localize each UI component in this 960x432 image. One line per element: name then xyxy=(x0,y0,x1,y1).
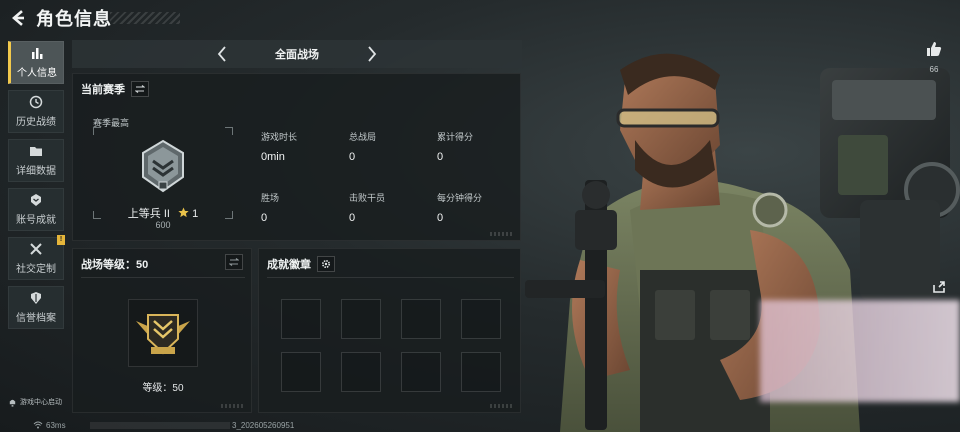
like-count: 66 xyxy=(929,65,939,74)
notification-badge: ! xyxy=(57,235,65,245)
status-bar: 63ms 3_202605260951 xyxy=(0,418,960,432)
current-season-panel: 当前赛季 赛季最高 上等兵 II 1 600 游戏时长 0min 总战局 0 累计得… xyxy=(72,73,521,241)
badge-settings-button[interactable] xyxy=(317,256,335,272)
share-icon xyxy=(933,281,945,293)
game-center-label: 游戏中心启动 xyxy=(20,399,62,406)
mode-selector: 全面战场 xyxy=(72,40,522,68)
sidebar-item-social[interactable]: 社交定制 ! xyxy=(8,235,65,280)
panel-decoration xyxy=(221,404,245,408)
mode-next-button[interactable] xyxy=(362,44,382,64)
share-button[interactable] xyxy=(929,277,949,297)
switch-season-button[interactable] xyxy=(131,81,149,97)
chevron-left-icon xyxy=(217,46,226,62)
panel-divider xyxy=(81,277,245,278)
stat-operators-defeated: 击败干员 0 xyxy=(349,193,386,224)
like-button[interactable]: 66 xyxy=(922,40,946,74)
rank-emblem-icon xyxy=(142,139,184,193)
gear-icon xyxy=(321,259,331,269)
thumbs-up-icon xyxy=(927,42,942,56)
game-center-link[interactable]: 游戏中心启动 xyxy=(8,397,62,407)
star-icon xyxy=(178,207,189,218)
badge-slot[interactable] xyxy=(281,299,321,339)
uid-mask xyxy=(90,422,230,429)
page-title: 角色信息 xyxy=(36,9,112,29)
swap-icon xyxy=(229,258,239,266)
ping-text: 63ms xyxy=(46,420,66,430)
badge-slot[interactable] xyxy=(401,352,441,392)
sidebar-item-label: 社交定制 xyxy=(16,264,56,275)
bell-icon xyxy=(9,399,16,407)
wifi-icon xyxy=(33,421,43,429)
title-decoration xyxy=(110,12,180,24)
level-switch-button[interactable] xyxy=(225,254,243,270)
shield-icon xyxy=(31,292,41,304)
badge-slot[interactable] xyxy=(401,299,441,339)
uid-text: 3_202605260951 xyxy=(232,420,295,430)
panel-decoration xyxy=(490,404,514,408)
swap-icon xyxy=(135,85,145,93)
current-season-title: 当前赛季 xyxy=(81,84,125,96)
badge-slot[interactable] xyxy=(461,352,501,392)
folder-icon xyxy=(30,147,42,156)
sidebar-item-achievements[interactable]: 账号成就 xyxy=(8,188,64,231)
back-button[interactable] xyxy=(0,0,36,36)
stat-wins: 胜场 0 xyxy=(261,193,280,224)
sidebar-item-reputation[interactable]: 信誉档案 xyxy=(8,286,64,329)
title-bar: 角色信息 xyxy=(0,0,190,36)
rank-stars: 1 xyxy=(192,208,199,220)
achievement-badges-title: 成就徽章 xyxy=(267,259,311,271)
sidebar-item-match-history[interactable]: 历史战绩 xyxy=(8,90,64,133)
bar-chart-icon xyxy=(32,48,43,59)
sidebar-item-label: 账号成就 xyxy=(16,215,56,226)
panel-decoration xyxy=(490,232,514,236)
panel-divider xyxy=(267,277,514,278)
blurred-overlay xyxy=(760,300,960,402)
sidebar-item-label: 个人信息 xyxy=(17,68,57,79)
level-emblem-icon xyxy=(136,314,190,355)
battlefield-level-panel: 战场等级：50 等级：50 xyxy=(72,248,252,413)
stat-play-time: 游戏时长 0min xyxy=(261,132,298,163)
mode-label: 全面战场 xyxy=(275,49,319,61)
mode-prev-button[interactable] xyxy=(212,44,232,64)
sidebar-item-label: 信誉档案 xyxy=(16,313,56,324)
medal-icon xyxy=(31,194,41,206)
chevron-right-icon xyxy=(368,46,377,62)
level-label: 等级：50 xyxy=(142,383,184,394)
badge-slot[interactable] xyxy=(341,352,381,392)
sidebar-item-personal-info[interactable]: 个人信息 xyxy=(8,41,64,84)
rank-name-row: 上等兵 II 1 xyxy=(73,205,253,221)
tools-icon xyxy=(30,243,42,255)
sidebar-item-label: 历史战绩 xyxy=(16,117,56,128)
level-emblem-frame xyxy=(128,299,198,367)
history-icon xyxy=(29,95,43,109)
sidebar-item-detailed-data[interactable]: 详细数据 xyxy=(8,139,64,182)
rank-points: 600 xyxy=(155,220,171,230)
stat-total-matches: 总战局 0 xyxy=(349,132,377,163)
badge-slot[interactable] xyxy=(341,299,381,339)
back-arrow-icon xyxy=(12,10,24,26)
battlefield-level-title: 战场等级：50 xyxy=(81,259,149,271)
stat-score-per-minute: 每分钟得分 0 xyxy=(437,193,483,224)
sidebar-item-label: 详细数据 xyxy=(16,166,56,177)
badge-slot[interactable] xyxy=(461,299,501,339)
rank-name: 上等兵 II xyxy=(127,208,170,220)
stat-total-score: 累计得分 0 xyxy=(437,132,474,163)
achievement-badges-panel: 成就徽章 xyxy=(258,248,521,413)
sidebar: 个人信息 历史战绩 详细数据 账号成就 社交定制 ! 信誉档案 xyxy=(8,41,65,335)
badge-slot[interactable] xyxy=(281,352,321,392)
